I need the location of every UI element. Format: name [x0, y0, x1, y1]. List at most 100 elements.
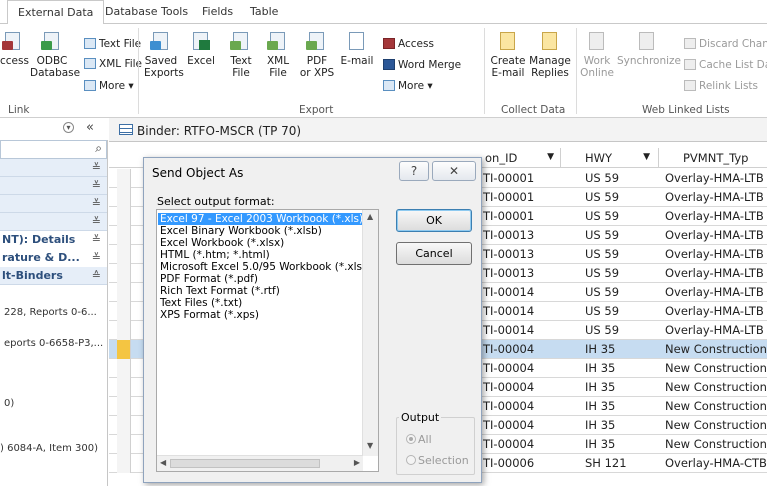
cell-hwy[interactable]: IH 35	[585, 399, 615, 413]
word-merge-button[interactable]: Word Merge	[383, 59, 461, 71]
cell-pvmnt-type[interactable]: Overlay-HMA-LTB	[665, 247, 764, 261]
row-selector[interactable]	[117, 169, 131, 188]
row-selector[interactable]	[117, 188, 131, 207]
cell-pvmnt-type[interactable]: Overlay-HMA-LTB	[665, 209, 764, 223]
scroll-thumb[interactable]	[170, 459, 320, 468]
row-selector[interactable]	[117, 397, 131, 416]
cell-pvmnt-type[interactable]: Overlay-HMA-LTB	[665, 285, 764, 299]
import-access-button[interactable]: ccess	[0, 32, 29, 67]
cell-id[interactable]: TI-00004	[483, 342, 534, 356]
cell-pvmnt-type[interactable]: New Construction	[665, 399, 767, 413]
nav-group-collapsed[interactable]: ≚	[0, 177, 107, 195]
nav-search-input[interactable]: ⌕	[0, 140, 107, 159]
cell-hwy[interactable]: US 59	[585, 266, 619, 280]
cell-hwy[interactable]: IH 35	[585, 380, 615, 394]
row-selector[interactable]	[117, 435, 131, 454]
help-button[interactable]: ?	[399, 161, 429, 181]
cell-id[interactable]: TI-00004	[483, 361, 534, 375]
row-selector[interactable]	[117, 245, 131, 264]
work-online-button[interactable]: Work Online	[580, 32, 614, 79]
row-selector[interactable]	[117, 378, 131, 397]
row-selector[interactable]	[117, 321, 131, 340]
cell-hwy[interactable]: US 59	[585, 285, 619, 299]
nav-item[interactable]: 228, Reports 0-6...	[4, 307, 97, 318]
tab-fields[interactable]: Fields	[202, 5, 233, 18]
cell-id[interactable]: TI-00004	[483, 418, 534, 432]
odbc-database-button[interactable]: ODBC Database	[30, 32, 80, 79]
cell-pvmnt-type[interactable]: New Construction	[665, 361, 767, 375]
row-selector[interactable]	[117, 340, 131, 359]
horizontal-scrollbar[interactable]: ◀ ▶	[157, 455, 363, 471]
row-selector[interactable]	[117, 264, 131, 283]
cell-id[interactable]: TI-00014	[483, 323, 534, 337]
cell-id[interactable]: TI-00006	[483, 456, 534, 470]
synchronize-button[interactable]: Synchronize	[617, 32, 681, 67]
nav-item[interactable]: eports 0-6658-P3,...	[4, 338, 103, 349]
scroll-down-icon[interactable]: ▼	[367, 441, 373, 450]
ok-button[interactable]: OK	[396, 209, 472, 232]
cell-hwy[interactable]: IH 35	[585, 361, 615, 375]
row-selector[interactable]	[117, 416, 131, 435]
cell-id[interactable]: TI-00004	[483, 399, 534, 413]
export-more-button[interactable]: More ▾	[383, 80, 433, 92]
cell-hwy[interactable]: IH 35	[585, 342, 615, 356]
column-header-id[interactable]: on_ID ▼	[481, 148, 561, 168]
cell-pvmnt-type[interactable]: Overlay-HMA-LTB	[665, 171, 764, 185]
cell-id[interactable]: TI-00013	[483, 266, 534, 280]
format-option[interactable]: HTML (*.htm; *.html)	[160, 249, 270, 261]
cell-pvmnt-type[interactable]: Overlay-HMA-LTB	[665, 266, 764, 280]
format-option[interactable]: Microsoft Excel 5.0/95 Workbook (*.xls)	[160, 261, 366, 273]
cell-pvmnt-type[interactable]: Overlay-HMA-LTB	[665, 323, 764, 337]
export-access-button[interactable]: Access	[383, 38, 434, 50]
radio-all[interactable]: All	[406, 433, 432, 446]
cell-pvmnt-type[interactable]: Overlay-HMA-LTB	[665, 304, 764, 318]
cell-hwy[interactable]: US 59	[585, 323, 619, 337]
cell-id[interactable]: TI-00001	[483, 209, 534, 223]
saved-exports-button[interactable]: Saved Exports	[144, 32, 184, 79]
export-text-file-button[interactable]: Text File	[226, 32, 256, 79]
import-more-button[interactable]: More ▾	[84, 80, 134, 92]
cell-id[interactable]: TI-00004	[483, 380, 534, 394]
export-excel-button[interactable]: Excel	[186, 32, 216, 67]
cell-id[interactable]: TI-00014	[483, 304, 534, 318]
nav-group-collapsed[interactable]: ≚	[0, 195, 107, 213]
format-option[interactable]: Text Files (*.txt)	[160, 297, 242, 309]
scroll-up-icon[interactable]: ▲	[367, 212, 373, 221]
cell-hwy[interactable]: IH 35	[585, 418, 615, 432]
format-option[interactable]: Excel Binary Workbook (*.xlsb)	[160, 225, 322, 237]
cell-id[interactable]: TI-00004	[483, 437, 534, 451]
cell-pvmnt-type[interactable]: Overlay-HMA-CTB	[665, 456, 767, 470]
discard-changes-button[interactable]: Discard Chang	[684, 38, 767, 50]
column-header-pvmnt[interactable]: PVMNT_Typ	[659, 148, 767, 168]
cell-pvmnt-type[interactable]: New Construction	[665, 418, 767, 432]
radio-selection[interactable]: Selection	[406, 454, 469, 467]
text-file-button[interactable]: Text File	[84, 38, 141, 50]
format-option[interactable]: XPS Format (*.xps)	[160, 309, 259, 321]
scroll-right-icon[interactable]: ▶	[354, 458, 360, 467]
cell-hwy[interactable]: SH 121	[585, 456, 627, 470]
row-selector[interactable]	[117, 283, 131, 302]
row-selector[interactable]	[117, 359, 131, 378]
create-email-button[interactable]: Create E-mail	[489, 32, 527, 79]
collapse-nav-button[interactable]: «	[86, 120, 94, 135]
cell-hwy[interactable]: IH 35	[585, 437, 615, 451]
row-selector[interactable]	[117, 207, 131, 226]
row-selector[interactable]	[117, 226, 131, 245]
format-option[interactable]: PDF Format (*.pdf)	[160, 273, 258, 285]
relink-lists-button[interactable]: Relink Lists	[684, 80, 758, 92]
tab-table[interactable]: Table	[250, 5, 278, 18]
row-selector[interactable]	[117, 454, 131, 473]
cell-id[interactable]: TI-00013	[483, 247, 534, 261]
export-email-button[interactable]: E-mail	[339, 32, 375, 67]
format-listbox[interactable]: Excel 97 - Excel 2003 Workbook (*.xls) Ex…	[156, 209, 379, 472]
nav-group-literature[interactable]: rature & D... ≚	[0, 249, 107, 267]
cell-id[interactable]: TI-00013	[483, 228, 534, 242]
format-option[interactable]: Rich Text Format (*.rtf)	[160, 285, 280, 297]
format-option[interactable]: Excel Workbook (*.xlsx)	[160, 237, 284, 249]
cell-pvmnt-type[interactable]: New Construction	[665, 342, 767, 356]
cell-pvmnt-type[interactable]: New Construction	[665, 380, 767, 394]
tab-external-data[interactable]: External Data	[7, 0, 105, 25]
nav-item[interactable]: ) 6084-A, Item 300)	[0, 443, 98, 454]
manage-replies-button[interactable]: Manage Replies	[528, 32, 572, 79]
cell-pvmnt-type[interactable]: New Construction	[665, 437, 767, 451]
